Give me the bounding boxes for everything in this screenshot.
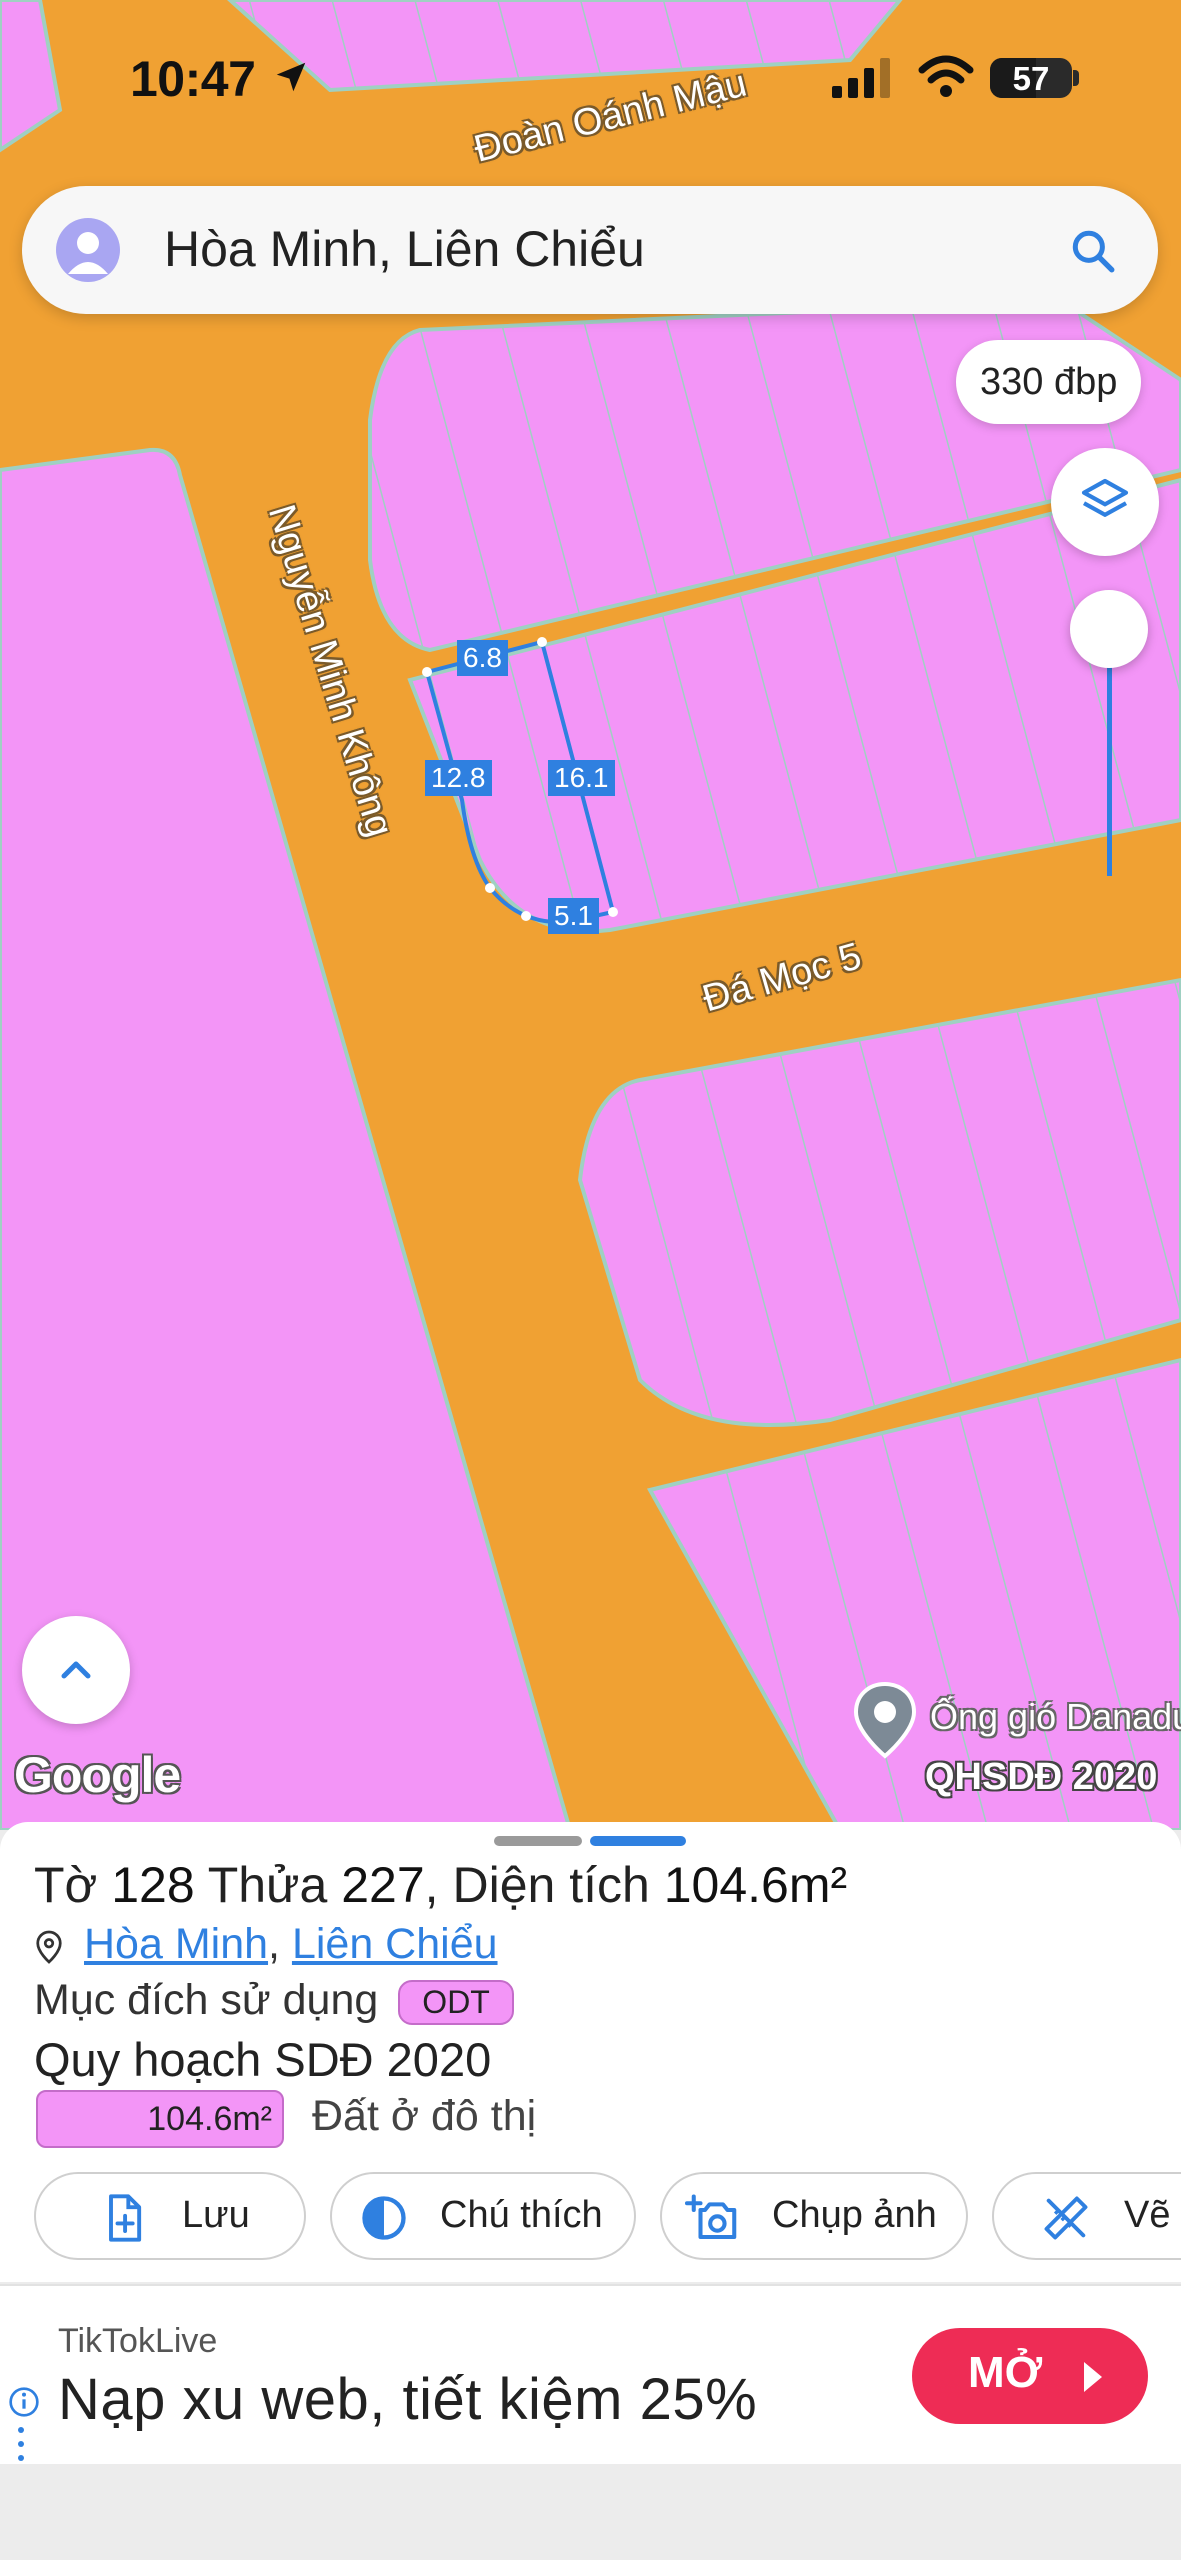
legend-button[interactable]: Chú thích: [330, 2172, 636, 2260]
map-source-label: QHSDĐ 2020: [925, 1756, 1158, 1798]
plan-title: Quy hoạch SDĐ 2020: [34, 2033, 492, 2086]
save-button-label: Lưu: [182, 2194, 250, 2236]
purpose-row: Mục đích sử dụng ODT: [34, 1976, 514, 2026]
dimension-bottom: 5.1: [548, 898, 599, 934]
dimension-right: 16.1: [548, 760, 615, 796]
search-input[interactable]: Hòa Minh, Liên Chiểu: [164, 220, 645, 278]
district-link[interactable]: Liên Chiểu: [292, 1920, 498, 1968]
purpose-label: Mục đích sử dụng: [34, 1976, 379, 2024]
action-bar[interactable]: Lưu Chú thích Chụp ảnh Vẽ: [0, 2172, 1181, 2264]
parcel-title: Tờ 128 Thửa 227, Diện tích 104.6m²: [34, 1857, 848, 1913]
half-circle-icon: [362, 2196, 406, 2240]
poi-marker-icon[interactable]: [850, 1680, 920, 1760]
sheet-handle[interactable]: [494, 1836, 582, 1846]
chevron-up-icon: [61, 1661, 91, 1679]
add-camera-icon: [684, 2194, 737, 2240]
draw-button-label: Vẽ: [1124, 2194, 1171, 2236]
bottom-safe-area: [0, 2464, 1181, 2560]
plan-type-label: Đất ở đô thị: [312, 2092, 537, 2140]
user-avatar-icon: [68, 232, 108, 274]
capture-button-label: Chụp ảnh: [772, 2194, 937, 2236]
ward-link[interactable]: Hòa Minh: [84, 1920, 268, 1968]
location-pin-icon: [36, 1930, 62, 1964]
search-bar[interactable]: Hòa Minh, Liên Chiểu: [22, 186, 1158, 314]
plot-label: Thửa: [207, 1857, 328, 1913]
area-label: Diện tích: [452, 1857, 650, 1913]
search-icon[interactable]: [1068, 226, 1118, 276]
map-view[interactable]: Đoàn Oánh Mậu Nguyễn Minh Không Đá Mọc 5…: [0, 0, 1181, 1830]
ad-info-icon[interactable]: [8, 2386, 40, 2418]
draw-button[interactable]: Vẽ: [992, 2172, 1181, 2260]
cellular-signal-icon: [832, 58, 890, 98]
parcel-info-sheet[interactable]: Tờ 128 Thửa 227, Diện tích 104.6m² Hòa M…: [0, 1822, 1181, 2282]
opacity-slider-knob[interactable]: [1070, 590, 1148, 668]
ad-banner[interactable]: TikTokLive Nạp xu web, tiết kiệm 25% MỞ: [0, 2284, 1181, 2464]
ruler-pencil-icon: [1044, 2196, 1088, 2240]
legend-button-label: Chú thích: [440, 2194, 603, 2236]
avatar[interactable]: [56, 218, 120, 282]
sheet-handle-active[interactable]: [590, 1836, 686, 1846]
ad-headline[interactable]: Nạp xu web, tiết kiệm 25%: [58, 2366, 757, 2433]
ad-brand: TikTokLive: [58, 2322, 218, 2360]
capture-button[interactable]: Chụp ảnh: [660, 2172, 968, 2260]
ad-open-button-label: MỞ: [968, 2348, 1043, 2397]
sheet-label: Tờ: [34, 1857, 98, 1913]
add-file-icon: [109, 2194, 142, 2242]
more-options-icon[interactable]: [18, 2426, 24, 2462]
dimension-top: 6.8: [457, 640, 508, 676]
scale-chip[interactable]: 330 đbp: [956, 340, 1142, 424]
wifi-icon: [918, 55, 974, 97]
poi-label[interactable]: Ống gió Danadu: [930, 1696, 1181, 1738]
ad-open-button[interactable]: MỞ: [912, 2328, 1148, 2424]
location-row: Hòa Minh, Liên Chiểu: [34, 1920, 498, 1969]
dimension-left: 12.8: [425, 760, 492, 796]
battery-level: 57: [1012, 60, 1050, 97]
status-time: 10:47: [130, 51, 256, 107]
save-button[interactable]: Lưu: [34, 2172, 306, 2260]
sheet-number: 128: [111, 1857, 195, 1913]
plot-number: 227: [341, 1857, 425, 1913]
expand-button[interactable]: [22, 1616, 130, 1724]
layers-icon: [1081, 478, 1129, 517]
plan-area-swatch: 104.6m²: [36, 2090, 284, 2148]
google-logo: Google: [14, 1747, 181, 1803]
status-bar: 10:47 57: [0, 0, 1181, 160]
area-value: 104.6m²: [663, 1857, 848, 1913]
purpose-code-badge[interactable]: ODT: [398, 1980, 514, 2026]
layers-button[interactable]: [1051, 448, 1159, 556]
location-arrow-icon: [276, 62, 306, 92]
battery-icon: 57: [990, 58, 1072, 98]
play-arrow-icon: [1084, 2362, 1102, 2392]
